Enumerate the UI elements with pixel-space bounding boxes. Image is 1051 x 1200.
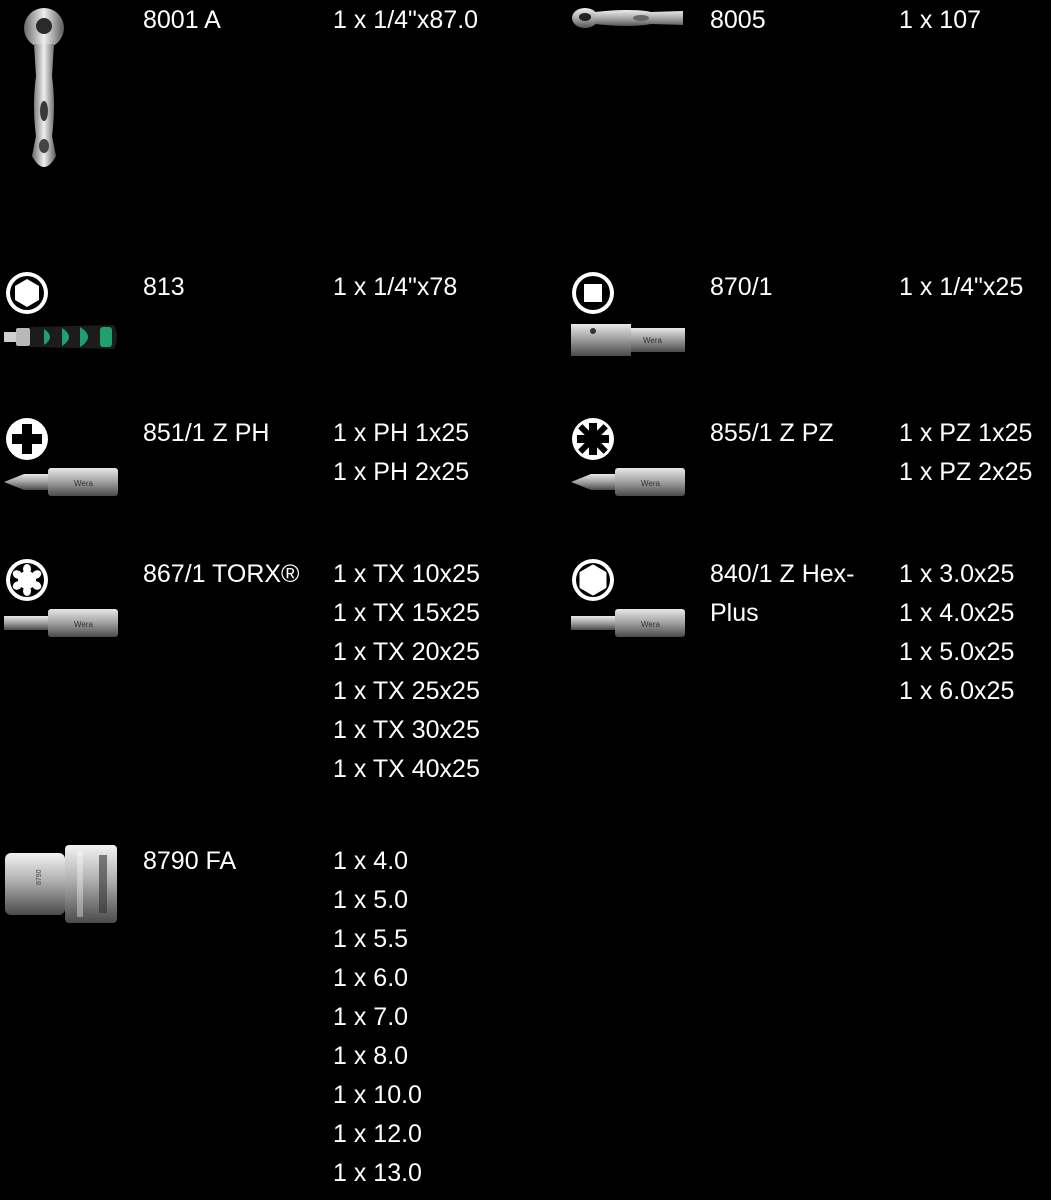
content-line: 1 x 107 xyxy=(899,6,982,34)
item-code: 855/1 Z PZ xyxy=(710,419,834,447)
item-contents: 1 x PH 1x25 1 x PH 2x25 xyxy=(333,414,469,492)
item-code: 840/1 Z Hex- Plus xyxy=(710,555,855,633)
content-line: 1 x 5.0x25 xyxy=(899,638,1015,666)
content-line: 1 x 6.0x25 xyxy=(899,677,1015,705)
content-line: 1 x 1/4"x78 xyxy=(333,273,458,301)
content-line: 1 x TX 20x25 xyxy=(333,638,480,666)
svg-text:Wera: Wera xyxy=(74,620,94,629)
content-line: 1 x 4.0x25 xyxy=(899,599,1015,627)
item-contents: 1 x 1/4"x78 xyxy=(333,268,457,307)
content-line: 1 x 5.5 xyxy=(333,925,409,953)
code-line: 840/1 Z Hex- xyxy=(710,560,855,588)
code-line: Plus xyxy=(710,599,759,627)
content-line: 1 x TX 40x25 xyxy=(333,755,480,783)
hex-plus-icon xyxy=(571,558,615,602)
bit-image: Wera xyxy=(4,466,120,498)
item-code: 813 xyxy=(143,273,185,301)
item-contents: 1 x 3.0x25 1 x 4.0x25 1 x 5.0x25 1 x 6.0… xyxy=(899,555,1014,711)
item-code: 851/1 Z PH xyxy=(143,419,270,447)
svg-text:Wera: Wera xyxy=(74,479,94,488)
svg-text:Wera: Wera xyxy=(641,620,661,629)
ratchet-bit-holder-image xyxy=(571,6,687,32)
content-line: 1 x 13.0 xyxy=(333,1159,422,1187)
item-contents: 1 x PZ 1x25 1 x PZ 2x25 xyxy=(899,414,1032,492)
item-contents: 1 x 1/4"x25 xyxy=(899,268,1023,307)
item-code: 8001 A xyxy=(143,6,221,34)
item-code: 8005 xyxy=(710,6,766,34)
content-line: 1 x PH 1x25 xyxy=(333,419,470,447)
content-line: 1 x 7.0 xyxy=(333,1003,409,1031)
content-line: 1 x 3.0x25 xyxy=(899,560,1015,588)
content-line: 1 x PZ 1x25 xyxy=(899,419,1033,447)
item-code: 870/1 xyxy=(710,273,773,301)
adaptor-image: Wera xyxy=(571,322,687,358)
content-line: 1 x 8.0 xyxy=(333,1042,409,1070)
screwdriver-bitholder-image xyxy=(4,321,120,353)
socket-image: 8790 xyxy=(5,845,119,923)
torx-icon xyxy=(5,558,49,602)
content-line: 1 x TX 15x25 xyxy=(333,599,480,627)
content-line: 1 x PZ 2x25 xyxy=(899,458,1033,486)
item-contents: 1 x 1/4"x87.0 xyxy=(333,1,478,40)
item-code: 867/1 TORX® xyxy=(143,560,300,588)
item-contents: 1 x TX 10x25 1 x TX 15x25 1 x TX 20x25 1… xyxy=(333,555,480,789)
bit-image: Wera xyxy=(4,607,120,639)
bit-image: Wera xyxy=(571,607,687,639)
bit-image: Wera xyxy=(571,466,687,498)
item-contents: 1 x 107 xyxy=(899,1,981,40)
svg-text:Wera: Wera xyxy=(641,479,661,488)
phillips-icon xyxy=(5,417,49,461)
content-line: 1 x 4.0 xyxy=(333,847,409,875)
content-line: 1 x TX 30x25 xyxy=(333,716,480,744)
content-line: 1 x 12.0 xyxy=(333,1120,422,1148)
pozidriv-icon xyxy=(571,417,615,461)
item-code: 8790 FA xyxy=(143,847,237,875)
content-line: 1 x PH 2x25 xyxy=(333,458,470,486)
item-contents: 1 x 4.0 1 x 5.0 1 x 5.5 1 x 6.0 1 x 7.0 … xyxy=(333,842,422,1193)
content-line: 1 x TX 25x25 xyxy=(333,677,480,705)
svg-text:Wera: Wera xyxy=(643,336,663,345)
content-line: 1 x 6.0 xyxy=(333,964,409,992)
content-line: 1 x 1/4"x87.0 xyxy=(333,6,479,34)
hexagon-socket-icon xyxy=(5,271,49,315)
tool-set-contents: 8001 A 1 x 1/4"x87.0 8005 1 x 107 813 1 … xyxy=(0,0,1051,1200)
content-line: 1 x 10.0 xyxy=(333,1081,422,1109)
content-line: 1 x 5.0 xyxy=(333,886,409,914)
square-drive-icon xyxy=(571,271,615,315)
content-line: 1 x TX 10x25 xyxy=(333,560,480,588)
ratchet-image xyxy=(22,6,66,176)
svg-text:8790: 8790 xyxy=(36,869,43,885)
content-line: 1 x 1/4"x25 xyxy=(899,273,1024,301)
